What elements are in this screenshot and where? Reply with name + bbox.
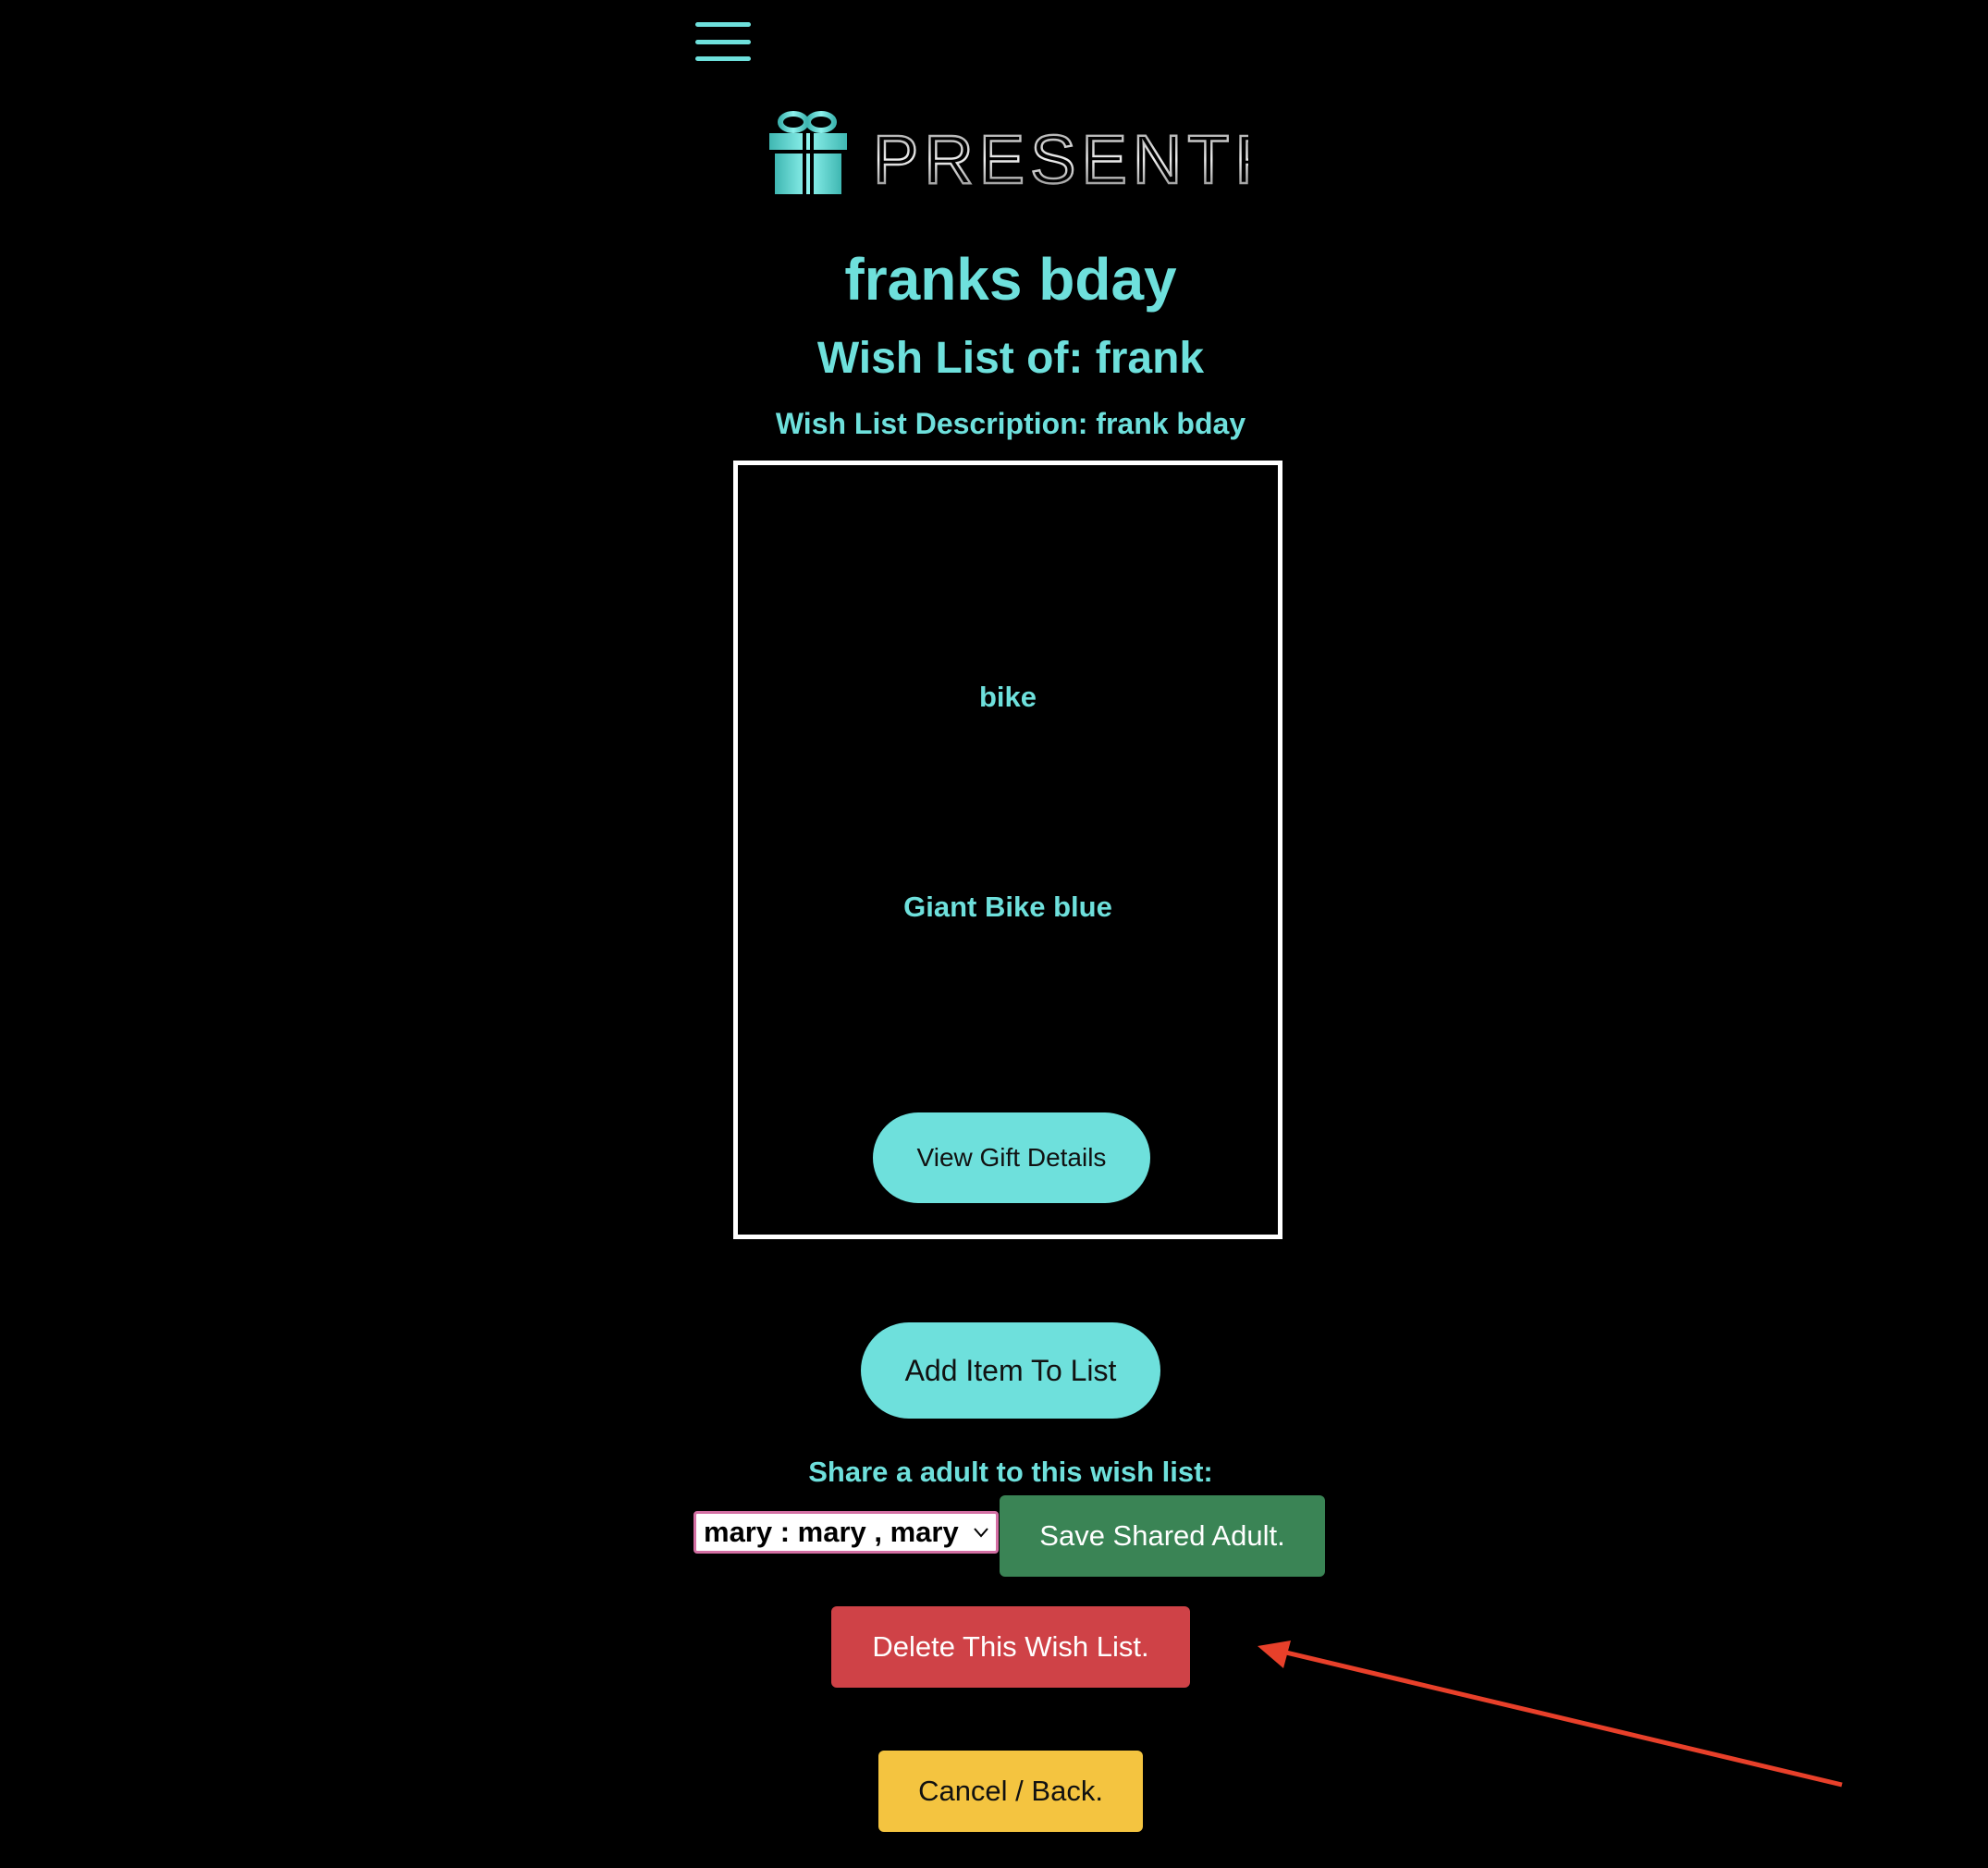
app-logo[interactable]: PRESENTPALS <box>767 111 1248 203</box>
cancel-back-button[interactable]: Cancel / Back. <box>878 1751 1143 1832</box>
share-label: Share a adult to this wish list: <box>808 1456 1213 1488</box>
gift-description: Giant Bike blue <box>903 891 1112 923</box>
view-gift-details-button[interactable]: View Gift Details <box>873 1112 1150 1203</box>
share-selected-value: mary : mary , mary <box>704 1516 959 1548</box>
chevron-down-icon <box>974 1528 988 1538</box>
logo-text: PRESENTPALS <box>873 121 1248 198</box>
wishlist-description: Wish List Description: frank bday <box>775 407 1246 440</box>
wishlist-owner: Wish List of: frank <box>816 334 1205 383</box>
gift-card: bike Giant Bike blue View Gift Details <box>733 461 1282 1239</box>
add-item-button[interactable]: Add Item To List <box>861 1322 1160 1419</box>
share-adult-select[interactable]: mary : mary , mary <box>693 1511 999 1554</box>
save-shared-adult-button[interactable]: Save Shared Adult. <box>1000 1495 1325 1577</box>
delete-wishlist-button[interactable]: Delete This Wish List. <box>831 1606 1190 1688</box>
hamburger-menu-icon[interactable] <box>695 22 751 61</box>
gift-name: bike <box>978 681 1037 713</box>
wishlist-title: franks bday <box>844 246 1177 313</box>
annotation-arrow <box>1258 1641 1843 1788</box>
gift-box-icon <box>769 111 847 194</box>
